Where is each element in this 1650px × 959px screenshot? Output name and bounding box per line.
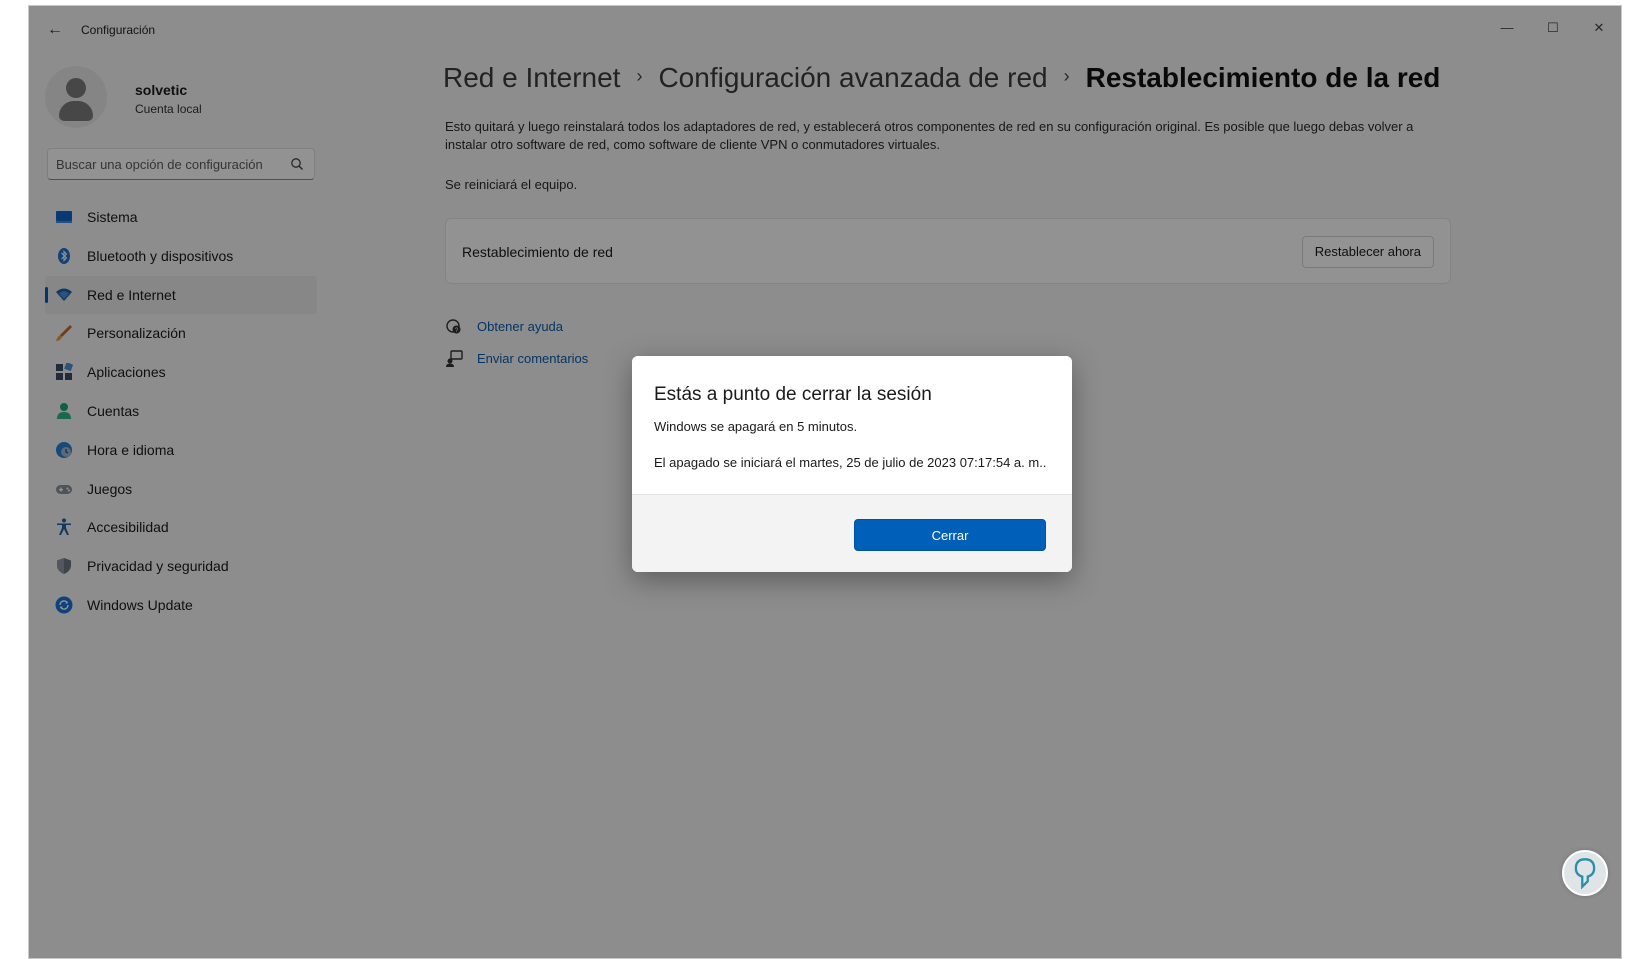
- dialog-message-shutdown: Windows se apagará en 5 minutos.: [654, 419, 858, 434]
- watermark-logo: [1562, 850, 1608, 896]
- logout-dialog: Estás a punto de cerrar la sesión Window…: [632, 356, 1072, 572]
- dialog-message-schedule: El apagado se iniciará el martes, 25 de …: [654, 455, 1047, 470]
- close-dialog-button[interactable]: Cerrar: [854, 519, 1046, 551]
- dialog-footer: Cerrar: [632, 494, 1072, 572]
- dialog-body: Estás a punto de cerrar la sesión Window…: [632, 356, 1072, 494]
- dialog-title: Estás a punto de cerrar la sesión: [654, 384, 932, 405]
